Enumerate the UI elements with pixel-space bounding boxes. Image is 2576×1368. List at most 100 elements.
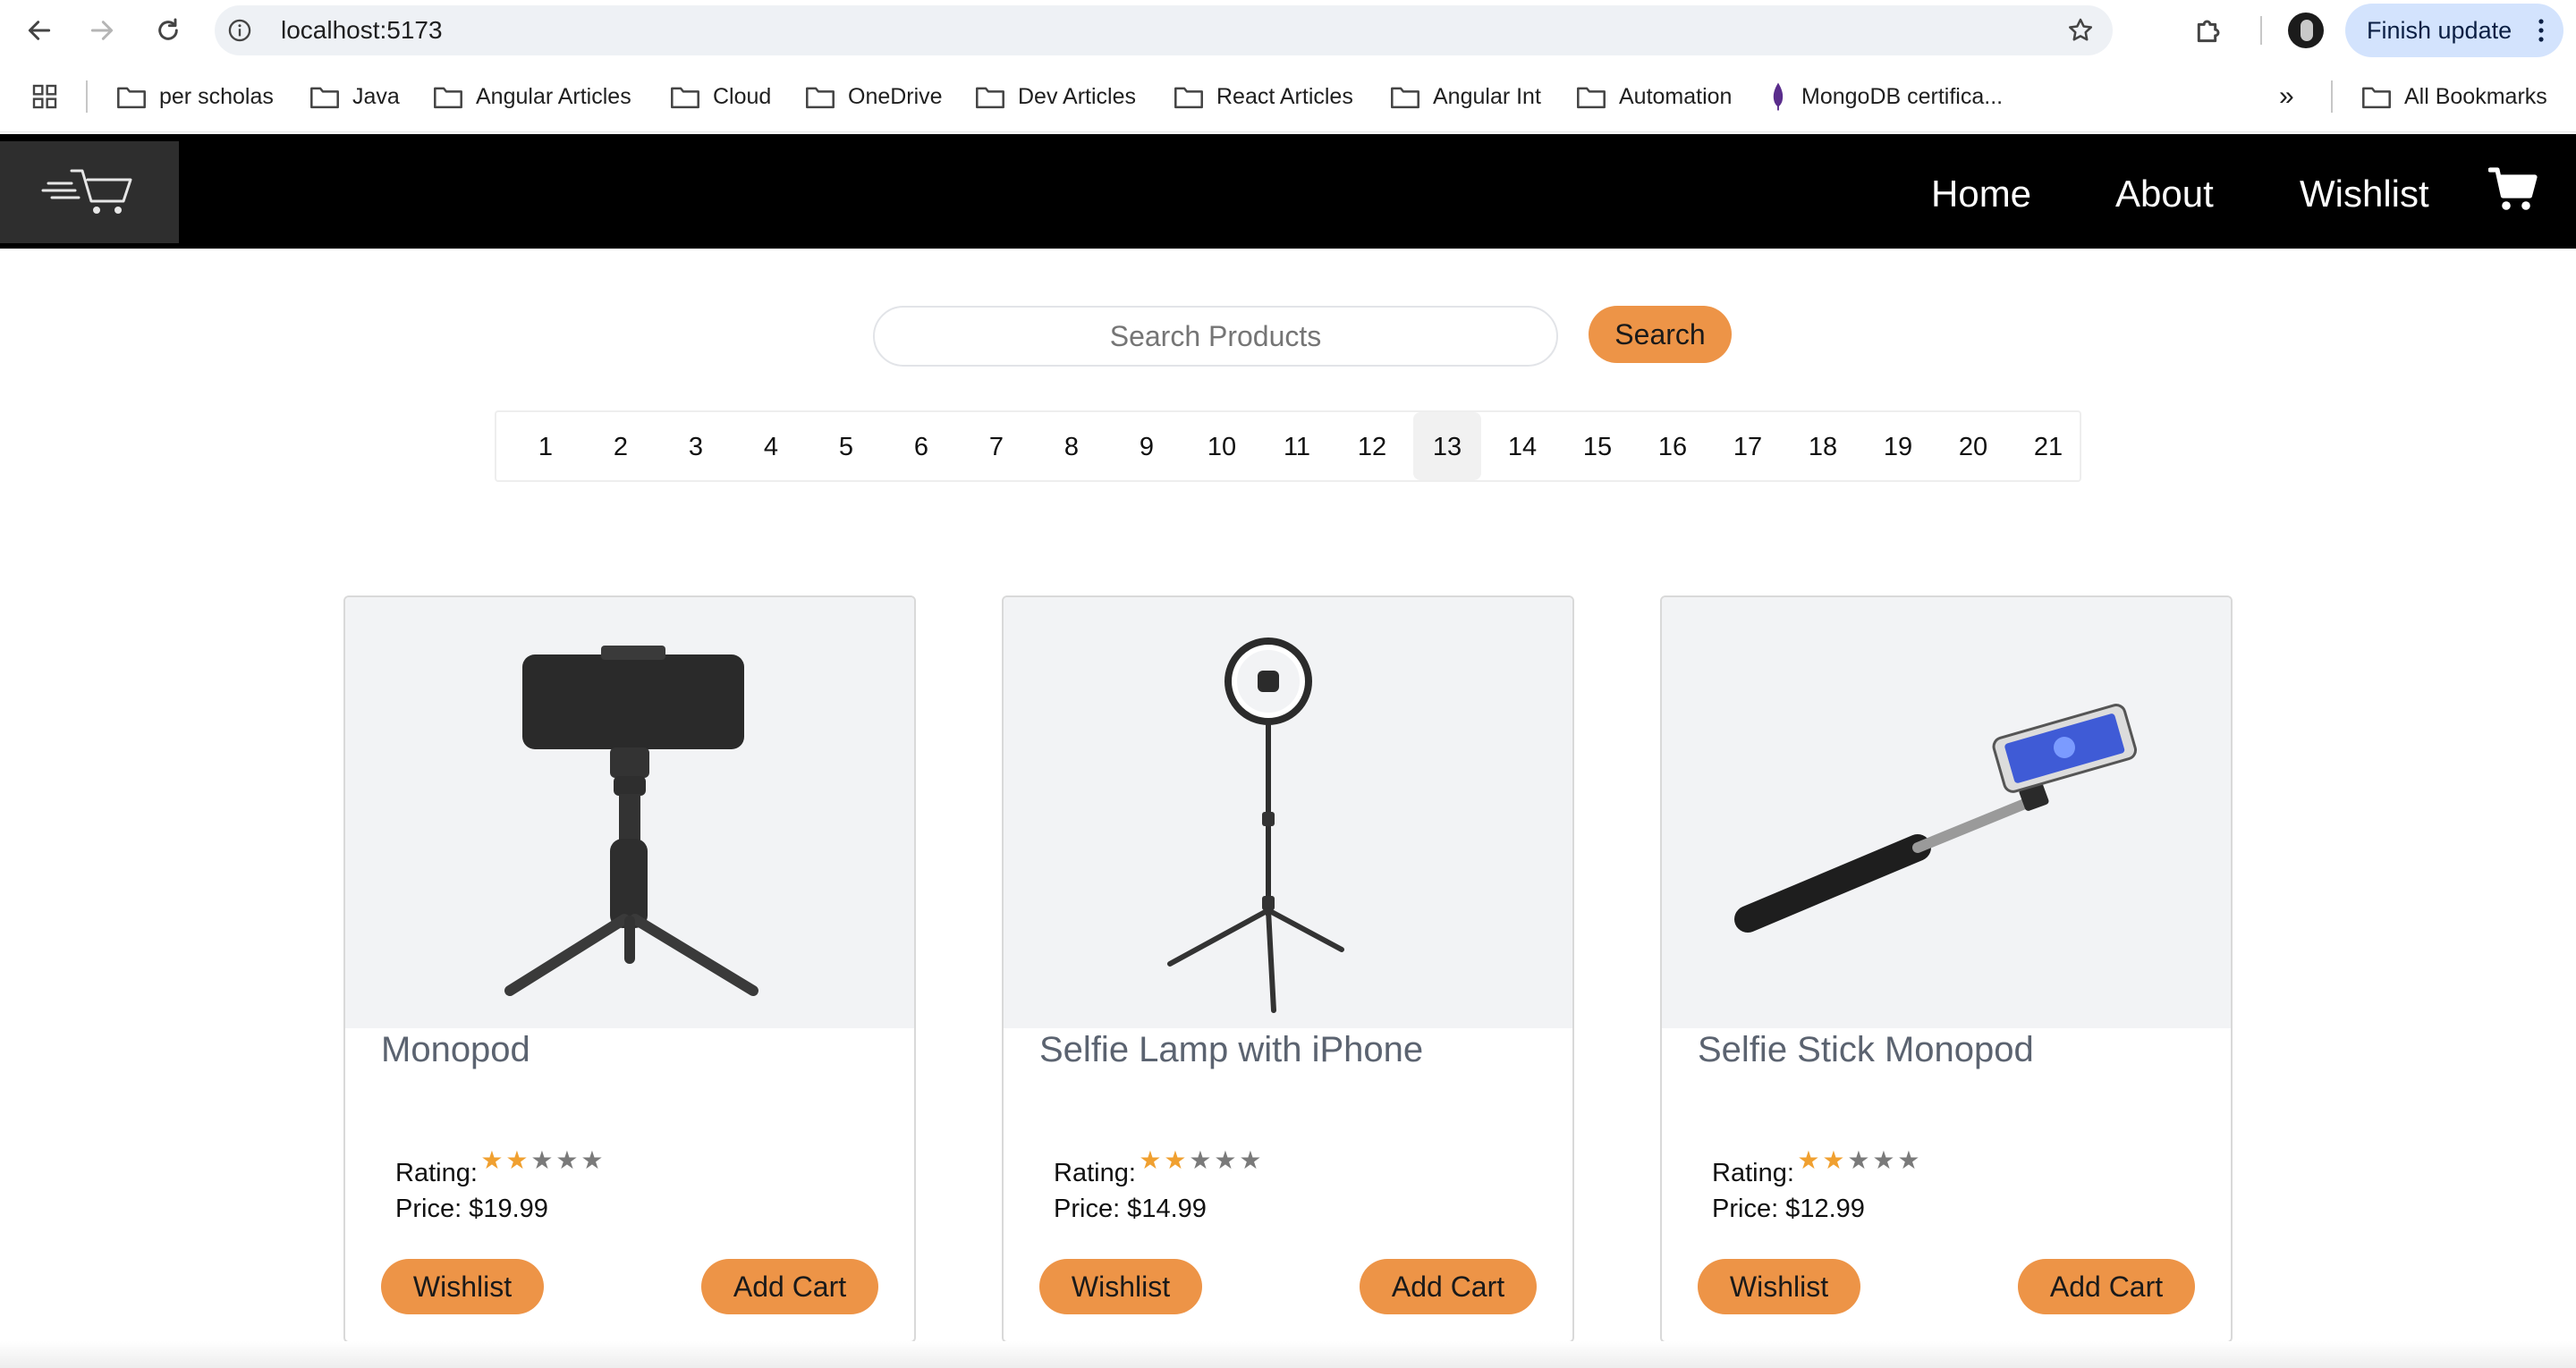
bookmarks-divider <box>2331 80 2333 113</box>
star-empty-icon: ★ <box>580 1146 604 1174</box>
page-12[interactable]: 12 <box>1338 412 1406 480</box>
reload-icon[interactable] <box>150 13 186 48</box>
bookmark-label: MongoDB certifica... <box>1801 83 2004 109</box>
wishlist-button[interactable]: Wishlist <box>381 1259 544 1314</box>
rating-stars: ★ ★ ★ ★ ★ <box>1796 1148 1921 1173</box>
page-15[interactable]: 15 <box>1563 412 1631 480</box>
bookmarks-overflow-button[interactable]: » <box>2279 80 2294 113</box>
star-filled-icon: ★ <box>1139 1146 1162 1174</box>
page-8[interactable]: 8 <box>1038 412 1106 480</box>
wishlist-button[interactable]: Wishlist <box>1698 1259 1860 1314</box>
bookmark-automation[interactable]: Automation <box>1576 80 1732 113</box>
page-13-current[interactable]: 13 <box>1413 412 1481 480</box>
product-price: Price: $12.99 <box>1712 1195 1865 1223</box>
page-7[interactable]: 7 <box>962 412 1030 480</box>
product-rating: Rating: ★ ★ ★ ★ ★ <box>1712 1148 1921 1188</box>
star-empty-icon: ★ <box>1189 1146 1212 1174</box>
bookmark-label: Java <box>352 83 400 109</box>
page-4[interactable]: 4 <box>737 412 805 480</box>
page-3[interactable]: 3 <box>662 412 730 480</box>
bookmark-label: React Articles <box>1216 83 1353 109</box>
profile-avatar[interactable] <box>2288 13 2324 48</box>
product-name[interactable]: Selfie Stick Monopod <box>1698 1030 2034 1070</box>
extensions-icon[interactable] <box>2191 13 2227 53</box>
url-text[interactable]: localhost:5173 <box>281 5 443 55</box>
add-cart-button[interactable]: Add Cart <box>1360 1259 1537 1314</box>
bookmark-react-articles[interactable]: React Articles <box>1174 80 1353 113</box>
search-button[interactable]: Search <box>1589 306 1732 363</box>
bookmark-angular-articles[interactable]: Angular Articles <box>433 80 631 113</box>
star-filled-icon: ★ <box>1164 1146 1187 1174</box>
rating-label: Rating: <box>395 1159 478 1187</box>
folder-icon <box>806 87 835 109</box>
finish-update-label: Finish update <box>2367 17 2512 44</box>
star-empty-icon: ★ <box>1872 1146 1895 1174</box>
site-logo[interactable] <box>0 141 179 243</box>
product-name[interactable]: Monopod <box>381 1030 530 1070</box>
star-filled-icon: ★ <box>1822 1146 1845 1174</box>
page-6[interactable]: 6 <box>887 412 955 480</box>
product-price: Price: $19.99 <box>395 1195 548 1223</box>
add-cart-button[interactable]: Add Cart <box>701 1259 878 1314</box>
folder-icon <box>434 87 462 109</box>
bookmark-angular-int[interactable]: Angular Int <box>1390 80 1541 113</box>
all-bookmarks[interactable]: All Bookmarks <box>2361 80 2547 113</box>
product-image-tripod-with-phone[interactable] <box>345 597 914 1028</box>
bookmark-label: Dev Articles <box>1018 83 1136 109</box>
folder-icon <box>310 87 339 109</box>
star-empty-icon: ★ <box>1239 1146 1262 1174</box>
star-empty-icon: ★ <box>1847 1146 1870 1174</box>
page-5[interactable]: 5 <box>812 412 880 480</box>
page-9[interactable]: 9 <box>1113 412 1181 480</box>
folder-icon <box>2362 87 2391 109</box>
nav-home[interactable]: Home <box>1931 134 2031 249</box>
site-header: Home About Wishlist <box>0 134 2576 249</box>
product-image-ring-light-tripod[interactable] <box>1004 597 1572 1028</box>
nav-wishlist[interactable]: Wishlist <box>2300 134 2429 249</box>
bookmark-onedrive[interactable]: OneDrive <box>805 80 943 113</box>
shopping-cart-icon[interactable] <box>2487 166 2538 217</box>
folder-icon <box>1391 87 1419 109</box>
back-icon[interactable] <box>21 13 57 48</box>
forward-icon[interactable] <box>84 13 120 48</box>
page-21[interactable]: 21 <box>2014 412 2082 480</box>
page-2[interactable]: 2 <box>587 412 655 480</box>
search-input[interactable] <box>873 306 1558 367</box>
product-card: Selfie Lamp with iPhone Rating: ★ ★ ★ ★ ★ Pr… <box>1002 595 1574 1343</box>
page-11[interactable]: 11 <box>1263 412 1331 480</box>
page-14[interactable]: 14 <box>1488 412 1556 480</box>
star-empty-icon: ★ <box>555 1146 579 1174</box>
page-19[interactable]: 19 <box>1864 412 1932 480</box>
product-name[interactable]: Selfie Lamp with iPhone <box>1039 1030 1423 1070</box>
page-1[interactable]: 1 <box>512 412 580 480</box>
page-20[interactable]: 20 <box>1939 412 2007 480</box>
page-18[interactable]: 18 <box>1789 412 1857 480</box>
product-rating: Rating: ★ ★ ★ ★ ★ <box>1054 1148 1263 1188</box>
product-price: Price: $14.99 <box>1054 1195 1207 1223</box>
star-filled-icon: ★ <box>505 1146 529 1174</box>
nav-about[interactable]: About <box>2115 134 2214 249</box>
bookmark-per-scholas[interactable]: per scholas <box>116 80 274 113</box>
page-10[interactable]: 10 <box>1188 412 1256 480</box>
wishlist-button[interactable]: Wishlist <box>1039 1259 1202 1314</box>
address-bar[interactable]: localhost:5173 <box>215 5 2113 55</box>
bookmark-dev-articles[interactable]: Dev Articles <box>975 80 1136 113</box>
site-info-icon[interactable] <box>227 18 252 47</box>
bookmark-mongodb[interactable]: MongoDB certifica... <box>1767 80 2003 113</box>
toolbar-divider <box>2260 16 2262 45</box>
bookmark-label: per scholas <box>159 83 274 109</box>
star-filled-icon: ★ <box>480 1146 504 1174</box>
product-image-selfie-stick-with-phone[interactable] <box>1662 597 2231 1028</box>
pagination: 1 2 3 4 5 6 7 8 9 10 11 12 13 14 15 16 1… <box>495 410 2081 482</box>
bookmarks-bar: per scholas Java Angular Articles Cloud … <box>0 61 2576 132</box>
page-17[interactable]: 17 <box>1714 412 1782 480</box>
finish-update-button[interactable]: Finish update <box>2345 4 2563 57</box>
page-bottom-fade <box>0 1341 2576 1368</box>
bookmark-java[interactable]: Java <box>309 80 400 113</box>
bookmark-cloud[interactable]: Cloud <box>670 80 771 113</box>
bookmark-star-icon[interactable] <box>2066 16 2095 49</box>
apps-grid-icon[interactable] <box>30 80 72 113</box>
add-cart-button[interactable]: Add Cart <box>2018 1259 2195 1314</box>
star-filled-icon: ★ <box>1797 1146 1820 1174</box>
page-16[interactable]: 16 <box>1639 412 1707 480</box>
